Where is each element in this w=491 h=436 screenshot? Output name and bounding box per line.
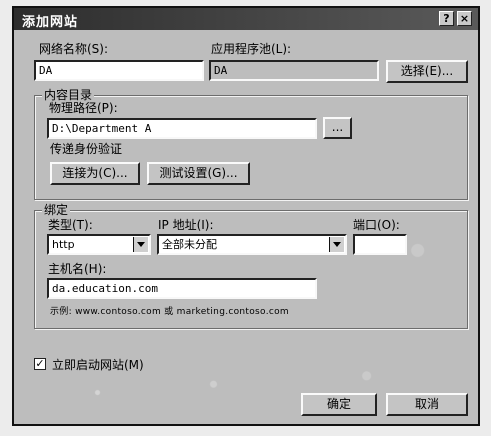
host-name-example-text: 示例: www.contoso.com 或 marketing.contoso.… [50, 307, 289, 317]
help-button[interactable]: ? [439, 11, 454, 26]
site-name-input[interactable]: DA [34, 60, 204, 81]
ip-address-value: 全部未分配 [162, 238, 217, 251]
start-website-checkbox[interactable]: ✓ [34, 358, 46, 370]
binding-type-label: 类型(T): [48, 218, 93, 232]
add-website-dialog: 添加网站 ? × 网络名称(S): DA 应用程序池(L): DA 选择(E).… [12, 6, 480, 426]
port-input[interactable] [353, 234, 407, 255]
site-name-label: 网络名称(S): [39, 42, 109, 56]
dialog-title-bar: 添加网站 ? × [14, 8, 478, 30]
host-name-input[interactable]: da.education.com [47, 278, 317, 299]
ip-address-label: IP 地址(I): [158, 218, 214, 232]
test-settings-button[interactable]: 测试设置(G)... [147, 162, 250, 185]
ok-button[interactable]: 确定 [301, 393, 377, 416]
dialog-title: 添加网站 [22, 15, 79, 30]
binding-type-value: http [52, 238, 75, 251]
chevron-down-icon [329, 237, 344, 252]
port-label: 端口(O): [353, 218, 400, 232]
chevron-down-icon [133, 237, 148, 252]
pass-through-authentication-label: 传递身份验证 [50, 142, 123, 156]
ip-address-select[interactable]: 全部未分配 [157, 234, 347, 255]
physical-path-input[interactable]: D:\Department A [47, 118, 317, 139]
application-pool-label: 应用程序池(L): [211, 42, 292, 56]
connect-as-button[interactable]: 连接为(C)... [50, 162, 140, 185]
cancel-button[interactable]: 取消 [386, 393, 468, 416]
binding-type-select[interactable]: http [47, 234, 151, 255]
application-pool-field: DA [209, 60, 379, 81]
browse-folder-button[interactable]: ... [323, 117, 352, 139]
start-website-label: 立即启动网站(M) [52, 358, 144, 372]
close-button[interactable]: × [457, 11, 472, 26]
select-application-pool-button[interactable]: 选择(E)... [386, 60, 468, 83]
physical-path-label: 物理路径(P): [49, 101, 118, 115]
host-name-label: 主机名(H): [48, 262, 107, 276]
